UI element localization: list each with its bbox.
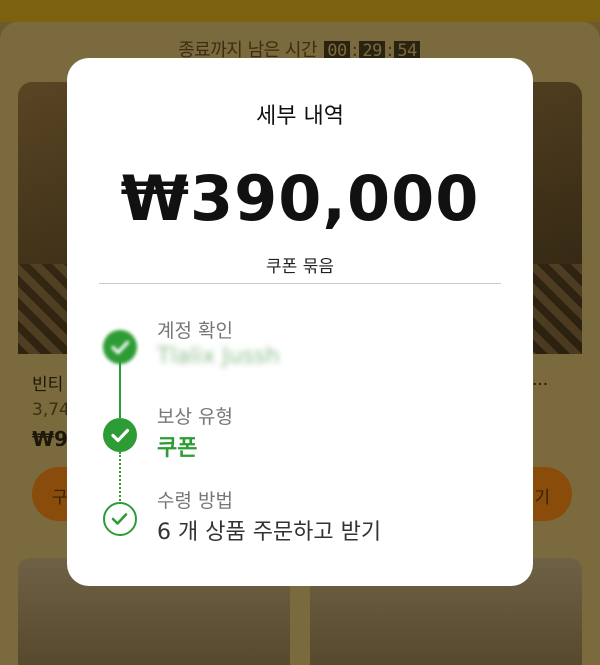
step-list: 계정 확인 Tlalix Jussh 보상 유형 쿠폰 수령 방법 6 개 상품…: [67, 58, 533, 586]
step-value-method: 6 개 상품 주문하고 받기: [157, 520, 382, 545]
step-value-account: Tlalix Jussh: [157, 344, 280, 369]
check-icon: [103, 330, 137, 364]
product-title: 빈티: [32, 375, 64, 395]
product-title: ...: [532, 370, 549, 390]
step-value-reward-type: 쿠폰: [157, 436, 198, 461]
details-modal: 세부 내역 ₩390,000 쿠폰 묶음 계정 확인 Tlalix Jussh …: [67, 58, 533, 586]
step-connector-dotted: [119, 452, 121, 504]
step-label-account: 계정 확인: [157, 320, 233, 342]
check-icon: [103, 418, 137, 452]
product-price: ₩9: [32, 427, 68, 451]
step-label-reward-type: 보상 유형: [157, 406, 233, 428]
check-outline-icon: [103, 502, 137, 536]
step-connector: [119, 360, 121, 418]
top-banner: [0, 0, 600, 22]
step-label-method: 수령 방법: [157, 490, 233, 512]
product-sold-count: 3,74: [32, 400, 70, 420]
